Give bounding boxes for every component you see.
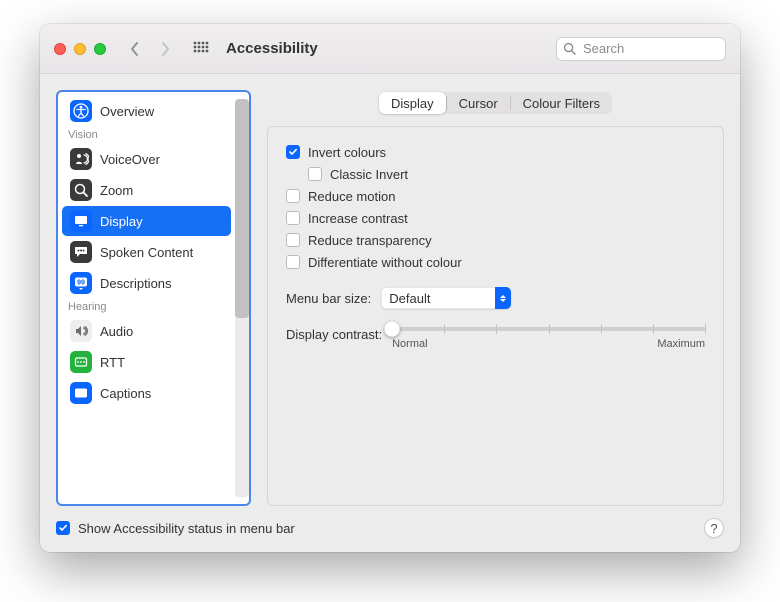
speech-bubble-icon: [70, 241, 92, 263]
voiceover-icon: [70, 148, 92, 170]
search-field[interactable]: [556, 37, 726, 61]
classic-invert-label: Classic Invert: [330, 167, 408, 182]
zoom-window-button[interactable]: [94, 43, 106, 55]
display-settings-panel: Invert colours Classic Invert Reduce mot…: [267, 126, 724, 506]
sidebar-item-label: Overview: [100, 104, 154, 119]
window-controls: [54, 43, 106, 55]
display-icon: [70, 210, 92, 232]
tab-cursor[interactable]: Cursor: [447, 92, 510, 114]
increase-contrast-label: Increase contrast: [308, 211, 408, 226]
sidebar-section-label: Hearing: [58, 299, 235, 315]
reduce-transparency-checkbox[interactable]: [286, 233, 300, 247]
invert-colours-label: Invert colours: [308, 145, 386, 160]
sidebar-item-label: Display: [100, 214, 143, 229]
window-title: Accessibility: [226, 40, 318, 57]
sidebar-list: Overview Vision VoiceOver Zoom Display Spoken…: [58, 95, 235, 501]
forward-button[interactable]: [154, 37, 176, 61]
reduce-motion-label: Reduce motion: [308, 189, 395, 204]
slider-max-label: Maximum: [657, 338, 705, 350]
sidebar-item-label: Captions: [100, 386, 151, 401]
sidebar-item-display[interactable]: Display: [62, 206, 231, 236]
quote-bubble-icon: 99: [70, 272, 92, 294]
close-window-button[interactable]: [54, 43, 66, 55]
menu-bar-size-label: Menu bar size:: [286, 291, 371, 306]
sidebar-item-zoom[interactable]: Zoom: [62, 175, 231, 205]
sidebar: Overview Vision VoiceOver Zoom Display Spoken…: [56, 90, 251, 506]
sidebar-item-label: RTT: [100, 355, 125, 370]
search-icon: [563, 42, 576, 55]
reduce-transparency-label: Reduce transparency: [308, 233, 432, 248]
minimize-window-button[interactable]: [74, 43, 86, 55]
sidebar-item-voiceover[interactable]: VoiceOver: [62, 144, 231, 174]
back-button[interactable]: [124, 37, 146, 61]
slider-min-label: Normal: [392, 338, 427, 350]
show-status-checkbox[interactable]: [56, 521, 70, 535]
sidebar-scrollbar[interactable]: [235, 95, 249, 501]
show-status-label: Show Accessibility status in menu bar: [78, 521, 295, 536]
sidebar-item-overview[interactable]: Overview: [62, 96, 231, 126]
differentiate-without-colour-label: Differentiate without colour: [308, 255, 462, 270]
sidebar-item-label: VoiceOver: [100, 152, 160, 167]
preferences-window: Accessibility Overview Vision VoiceOver Zoo…: [40, 24, 740, 552]
svg-text:99: 99: [77, 280, 85, 287]
sidebar-item-label: Audio: [100, 324, 133, 339]
sidebar-item-captions[interactable]: Captions: [62, 378, 231, 408]
accessibility-icon: [70, 100, 92, 122]
menu-bar-size-popup[interactable]: Default: [381, 287, 511, 309]
menu-bar-size-value: Default: [389, 291, 495, 306]
sidebar-item-rtt[interactable]: RTT: [62, 347, 231, 377]
sidebar-item-descriptions[interactable]: 99 Descriptions: [62, 268, 231, 298]
speaker-icon: [70, 320, 92, 342]
body: Overview Vision VoiceOver Zoom Display Spoken…: [40, 74, 740, 516]
slider-knob[interactable]: [384, 321, 400, 337]
differentiate-without-colour-checkbox[interactable]: [286, 255, 300, 269]
tab-colour-filters[interactable]: Colour Filters: [511, 92, 612, 114]
footer: Show Accessibility status in menu bar ?: [40, 516, 740, 552]
display-contrast-label: Display contrast:: [286, 327, 382, 342]
sidebar-item-spoken-content[interactable]: Spoken Content: [62, 237, 231, 267]
sidebar-item-label: Descriptions: [100, 276, 172, 291]
sidebar-item-audio[interactable]: Audio: [62, 316, 231, 346]
sidebar-item-label: Spoken Content: [100, 245, 193, 260]
increase-contrast-checkbox[interactable]: [286, 211, 300, 225]
rtt-icon: [70, 351, 92, 373]
subpane-tabs: DisplayCursorColour Filters: [379, 92, 612, 114]
sidebar-section-label: Vision: [58, 127, 235, 143]
show-all-button[interactable]: [190, 37, 212, 61]
reduce-motion-checkbox[interactable]: [286, 189, 300, 203]
help-button[interactable]: ?: [704, 518, 724, 538]
tab-display[interactable]: Display: [379, 92, 446, 114]
search-input[interactable]: [581, 40, 740, 57]
captions-icon: [70, 382, 92, 404]
classic-invert-checkbox[interactable]: [308, 167, 322, 181]
sidebar-item-label: Zoom: [100, 183, 133, 198]
zoom-icon: [70, 179, 92, 201]
toolbar: Accessibility: [40, 24, 740, 74]
invert-colours-checkbox[interactable]: [286, 145, 300, 159]
main-panel: DisplayCursorColour Filters Invert colou…: [267, 90, 724, 506]
popup-stepper-icon: [495, 287, 511, 309]
display-contrast-slider[interactable]: [392, 327, 705, 331]
